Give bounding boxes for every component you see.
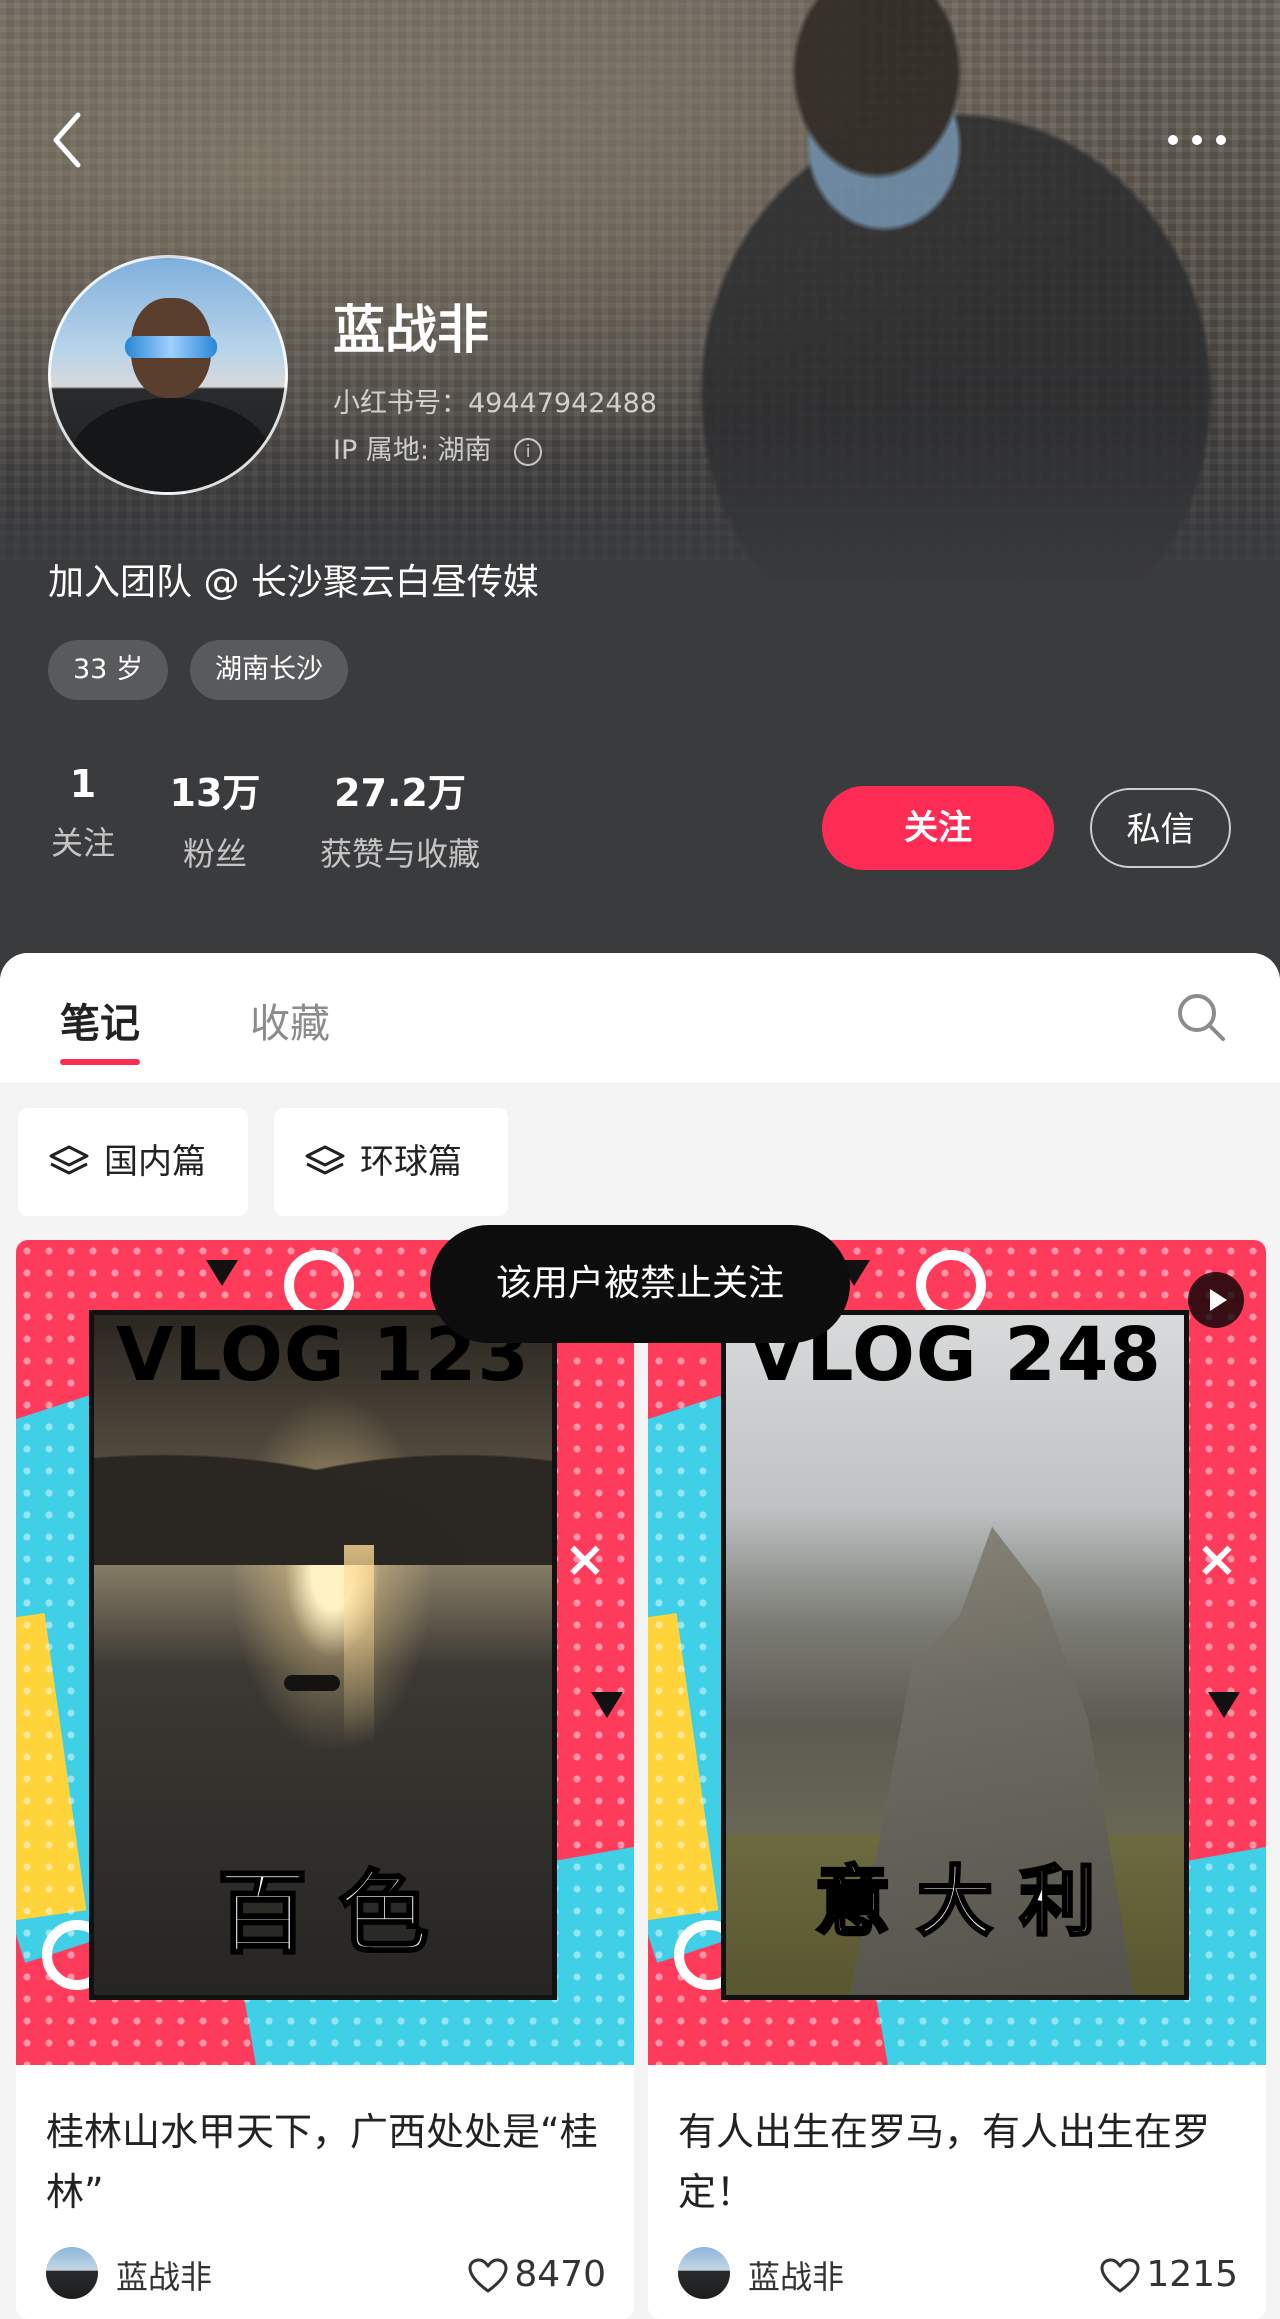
cover-place: 意 大 利 [813,1856,1097,1948]
author-name[interactable]: 蓝战非 [116,2252,212,2298]
tag-age: 33 岁 [48,640,168,700]
profile-header: 蓝战非 小红书号：49447942488 IP 属地: 湖南 i 加入团队 @ … [0,0,1280,990]
back-icon[interactable] [48,110,88,170]
ip-label: IP 属地: 湖南 [333,435,492,466]
layers-icon [305,1145,345,1175]
like-count[interactable]: 8470 [468,2247,606,2303]
note-cover[interactable]: × VLOG 123 百 色 [16,1240,634,2065]
layers-icon [49,1145,89,1175]
note-author[interactable]: 蓝战非 8470 [46,2247,606,2303]
avatar[interactable] [48,255,288,495]
stat-likes-value: 27.2万 [334,771,466,815]
info-icon[interactable]: i [514,437,543,466]
collection-global[interactable]: 环球篇 [274,1108,508,1216]
collection-global-label: 环球篇 [360,1142,462,1182]
stat-following[interactable]: 1 关注 [48,762,118,864]
stat-following-label: 关注 [50,824,115,862]
toast-message: 该用户被禁止关注 [430,1225,850,1343]
note-card[interactable]: × VLOG 248 意 大 利 有人出生在罗马，有人出生在罗定！ 蓝战非 12… [648,1240,1266,2319]
tab-bar: 笔记 收藏 [0,953,1280,1084]
stat-fans-value: 13万 [169,771,261,815]
like-count-value: 1215 [1146,2254,1238,2295]
collection-domestic[interactable]: 国内篇 [18,1108,248,1216]
note-title[interactable]: 桂林山水甲天下，广西处处是“桂林” [46,2102,606,2222]
note-cover[interactable]: × VLOG 248 意 大 利 [648,1240,1266,2065]
like-count-value: 8470 [514,2254,606,2295]
tab-indicator [60,1059,140,1065]
stat-likes[interactable]: 27.2万 获赞与收藏 [310,762,490,875]
profile-id: 小红书号：49447942488 [333,388,657,419]
stat-fans-label: 粉丝 [182,835,247,873]
note-author[interactable]: 蓝战非 1215 [678,2247,1238,2303]
profile-ip: IP 属地: 湖南 i [333,428,543,467]
stat-likes-label: 获赞与收藏 [319,835,480,873]
message-button[interactable]: 私信 [1090,788,1231,868]
more-icon[interactable] [1165,128,1229,152]
profile-bio: 加入团队 @ 长沙聚云白昼传媒 [48,562,539,603]
stat-following-value: 1 [69,762,97,806]
heart-icon[interactable] [1100,2258,1140,2294]
tag-location: 湖南长沙 [190,640,348,700]
stat-fans[interactable]: 13万 粉丝 [165,762,265,875]
tab-notes[interactable]: 笔记 [60,991,140,1049]
note-title[interactable]: 有人出生在罗马，有人出生在罗定！ [678,2102,1238,2222]
avatar[interactable] [46,2247,98,2299]
heart-icon[interactable] [468,2258,508,2294]
note-card[interactable]: × VLOG 123 百 色 桂林山水甲天下，广西处处是“桂林” 蓝战非 847… [16,1240,634,2319]
collection-domestic-label: 国内篇 [104,1142,206,1182]
like-count[interactable]: 1215 [1100,2247,1238,2303]
follow-button[interactable]: 关注 [822,786,1054,870]
search-icon[interactable] [1175,991,1227,1043]
play-icon[interactable] [1188,1272,1244,1328]
author-name[interactable]: 蓝战非 [748,2252,844,2298]
avatar[interactable] [678,2247,730,2299]
profile-name: 蓝战非 [333,301,490,361]
cover-place: 百 色 [216,1860,430,1968]
tab-collections[interactable]: 收藏 [250,991,330,1049]
